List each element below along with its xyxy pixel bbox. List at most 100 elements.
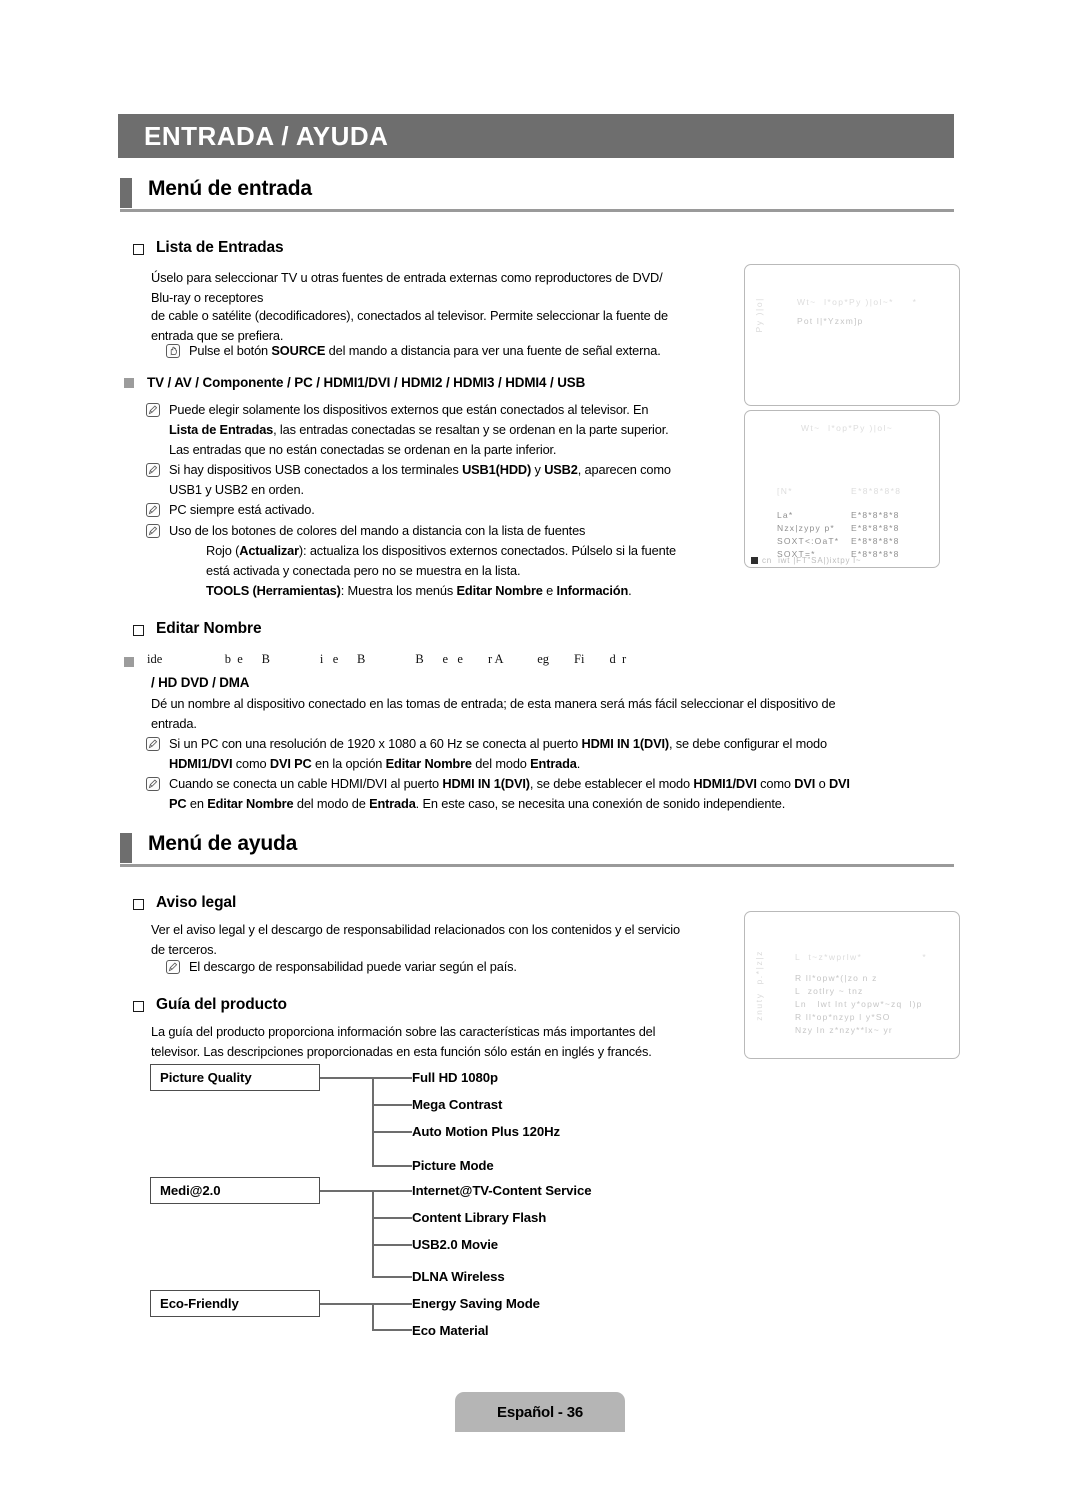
paragraph-line: Dé un nombre al dispositivo conectado en… [151, 696, 836, 711]
osd-row-value: E*8*8*8*8 [851, 510, 900, 520]
note-line: PC siempre está activado. [169, 502, 315, 517]
checkbox-bullet-icon [133, 244, 144, 255]
paragraph-line: Ver el aviso legal y el descargo de resp… [151, 922, 680, 937]
section-rule [120, 864, 954, 867]
section-heading-label: Menú de ayuda [148, 832, 298, 855]
paragraph-line: Úselo para seleccionar TV u otras fuente… [151, 270, 663, 285]
note-line: Lista de Entradas, las entradas conectad… [169, 422, 669, 437]
list-item-input-sources: TV / AV / Componente / PC / HDMI1/DVI / … [124, 373, 744, 392]
note-pencil-icon [146, 463, 160, 477]
note-pencil-icon [146, 403, 160, 417]
garbled-device-list: ide b e B i e B B e e r A eg Fi d r [147, 652, 627, 666]
note-press-source-button: Pulse el botón SOURCE del mando a distan… [166, 341, 766, 361]
tree-leaf-label: USB2.0 Movie [412, 1237, 499, 1252]
checkbox-bullet-icon [133, 1001, 144, 1012]
paragraph-line: Blu-ray o receptores [151, 290, 264, 305]
tree-connector [372, 1190, 374, 1277]
tree-leaf-label: Picture Mode [412, 1158, 494, 1173]
subheading-lista-de-entradas: Lista de Entradas [133, 239, 284, 257]
subheading-label: Guía del producto [156, 996, 287, 1013]
subheading-label: Editar Nombre [156, 620, 262, 637]
note-line: Si un PC con una resolución de 1920 x 10… [169, 736, 827, 751]
tree-leaf-label: Eco Material [412, 1323, 489, 1338]
note-line: Uso de los botones de colores del mando … [169, 523, 586, 538]
paragraph-editar-nombre: Dé un nombre al dispositivo conectado en… [151, 694, 961, 734]
note-pencil-icon [146, 524, 160, 538]
list-item-label: ide b e B i e B B e e r A eg Fi d r [147, 652, 626, 667]
section-heading-menu-de-entrada: Menú de entrada [120, 177, 954, 214]
tree-connector [372, 1104, 412, 1106]
osd-bottom-bar-text: cn iwt |FT"SA|)ixtpy l~ [762, 556, 862, 565]
checkbox-bullet-icon [133, 625, 144, 636]
note-line: El descargo de responsabilidad puede var… [189, 959, 517, 974]
editar-nombre-device-list-2: / HD DVD / DMA [151, 673, 751, 693]
note-text: Pulse el botón SOURCE del mando a distan… [189, 343, 661, 358]
page-title-banner: ENTRADA / AYUDA [118, 114, 954, 158]
list-item-label: TV / AV / Componente / PC / HDMI1/DVI / … [147, 375, 586, 390]
color-button-details: Rojo (Actualizar): actualiza los disposi… [206, 541, 766, 601]
page-title: ENTRADA / AYUDA [144, 120, 389, 151]
tree-leaf-label: Mega Contrast [412, 1097, 503, 1112]
osd-row-label: Nzx|zypy p* [777, 523, 835, 533]
subheading-aviso-legal: Aviso legal [133, 894, 236, 912]
osd-line: Pot l|*Yzxm]p [797, 316, 864, 326]
osd-line: L zotlry ~ tnz [795, 986, 864, 996]
paragraph-line: entrada. [151, 716, 197, 731]
note-item: El descargo de responsabilidad puede var… [166, 957, 766, 977]
subheading-guia-del-producto: Guía del producto [133, 996, 287, 1014]
note-text: Puede elegir solamente los dispositivos … [169, 400, 669, 460]
detail-line: TOOLS (Herramientas): Muestra los menús … [206, 583, 632, 598]
tree-leaf-label: DLNA Wireless [412, 1269, 505, 1284]
paragraph-lista-entradas-1: Úselo para seleccionar TV u otras fuente… [151, 268, 751, 308]
tree-group-label: Eco-Friendly [160, 1296, 239, 1311]
square-bullet-icon [124, 378, 134, 388]
tree-group-label: Picture Quality [160, 1070, 252, 1085]
list-line: / HD DVD / DMA [151, 675, 250, 690]
paragraph-line: La guía del producto proporciona informa… [151, 1024, 656, 1039]
note-item: Cuando se conecta un cable HDMI/DVI al p… [146, 774, 966, 814]
note-text: Si un PC con una resolución de 1920 x 10… [169, 734, 827, 774]
tree-connector [372, 1244, 412, 1246]
note-line: USB1 y USB2 en orden. [169, 482, 304, 497]
note-item: Si hay dispositivos USB conectados a los… [146, 460, 766, 500]
note-pencil-icon [146, 503, 160, 517]
osd-color-key-icon [751, 557, 758, 564]
section-rule [120, 209, 954, 212]
tree-leaf-label: Full HD 1080p [412, 1070, 498, 1085]
page-footer: Español - 36 [455, 1392, 625, 1432]
note-line: HDMI1/DVI como DVI PC en la opción Edita… [169, 756, 581, 771]
tree-connector [372, 1276, 412, 1278]
paragraph-line: televisor. Las descripciones proporciona… [151, 1044, 652, 1059]
subheading-label: Lista de Entradas [156, 239, 284, 256]
note-item: Uso de los botones de colores del mando … [146, 521, 746, 541]
osd-bottom-bar: cn iwt |FT"SA|)ixtpy l~ [751, 556, 861, 565]
tree-group-label: Medi@2.0 [160, 1183, 221, 1198]
osd-line: Wt~ l*op*Py )|ol~* * [797, 297, 918, 307]
osd-screenshot-entradas-detalle: Wt~ l*op*Py )|ol~ [N* E*8*8*8*8 La* E*8*… [744, 410, 940, 568]
osd-screenshot-guia-del-producto: znuty p.*|z|z L t~z*wprlw* * # R ll*opw*… [744, 911, 960, 1059]
osd-row-value: E*8*8*8*8 [851, 523, 900, 533]
osd-line: Nzy ln z*nzy**lx~ yr [795, 1025, 893, 1035]
osd-row-label: SOXT<:OaT* [777, 536, 840, 546]
note-text: PC siempre está activado. [169, 500, 315, 520]
tree-connector [372, 1217, 412, 1219]
paragraph-aviso-legal: Ver el aviso legal y el descargo de resp… [151, 920, 761, 960]
osd-line: Ln lwt lnt y*opw*~zq l)p [795, 999, 923, 1009]
subheading-label: Aviso legal [156, 894, 237, 911]
osd-vertical-label: Py )|o| [754, 297, 764, 333]
osd-vertical-label: znuty p.*|z|z [754, 950, 764, 1021]
note-text: Cuando se conecta un cable HDMI/DVI al p… [169, 774, 850, 814]
product-guide-tree-diagram: Picture Quality Full HD 1080p Mega Contr… [150, 1064, 670, 1338]
note-line: Si hay dispositivos USB conectados a los… [169, 462, 671, 477]
tree-leaf-label: Content Library Flash [412, 1210, 547, 1225]
note-item: Si un PC con una resolución de 1920 x 10… [146, 734, 966, 774]
osd-line: L t~z*wprlw* * # [795, 952, 928, 962]
tree-group-box-picture-quality: Picture Quality [150, 1064, 320, 1091]
paragraph-guia-del-producto: La guía del producto proporciona informa… [151, 1022, 751, 1062]
osd-screenshot-lista-de-entradas: Py )|o| Wt~ l*op*Py )|ol~* * Pot l|*Yzxm… [744, 264, 960, 406]
osd-row-value: E*8*8*8*8 [851, 486, 902, 496]
checkbox-bullet-icon [133, 899, 144, 910]
osd-line: R ll*op*nzyp l y*SO [795, 1012, 891, 1022]
note-text: Si hay dispositivos USB conectados a los… [169, 460, 671, 500]
list-item-editar-nombre-devices: ide b e B i e B B e e r A eg Fi d r [124, 652, 964, 667]
